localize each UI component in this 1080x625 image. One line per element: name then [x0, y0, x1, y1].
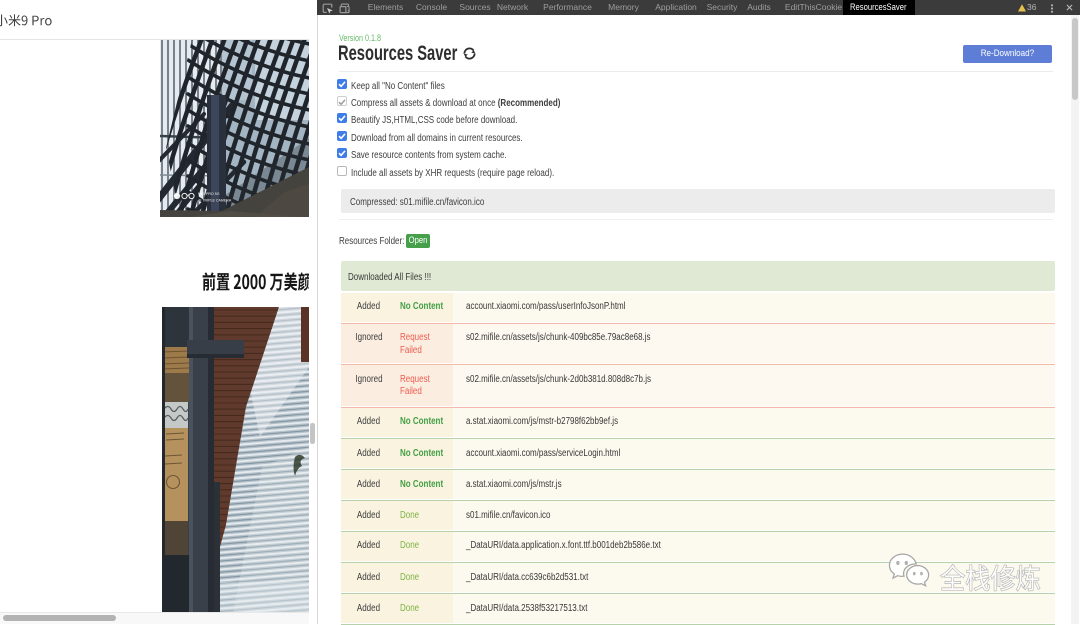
svg-text:MI 9 PRO 5G: MI 9 PRO 5G [198, 192, 220, 196]
svg-text:AI TRIPLE CAMERA: AI TRIPLE CAMERA [198, 199, 232, 203]
